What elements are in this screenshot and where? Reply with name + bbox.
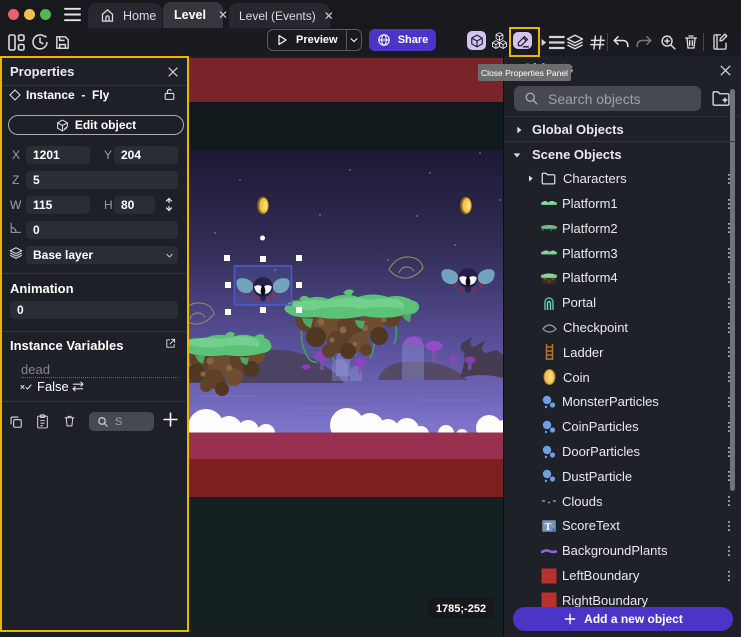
svg-text:T: T <box>545 522 552 533</box>
svg-text:x: x <box>552 527 555 533</box>
svg-text:1785;-252: 1785;-252 <box>436 603 486 615</box>
